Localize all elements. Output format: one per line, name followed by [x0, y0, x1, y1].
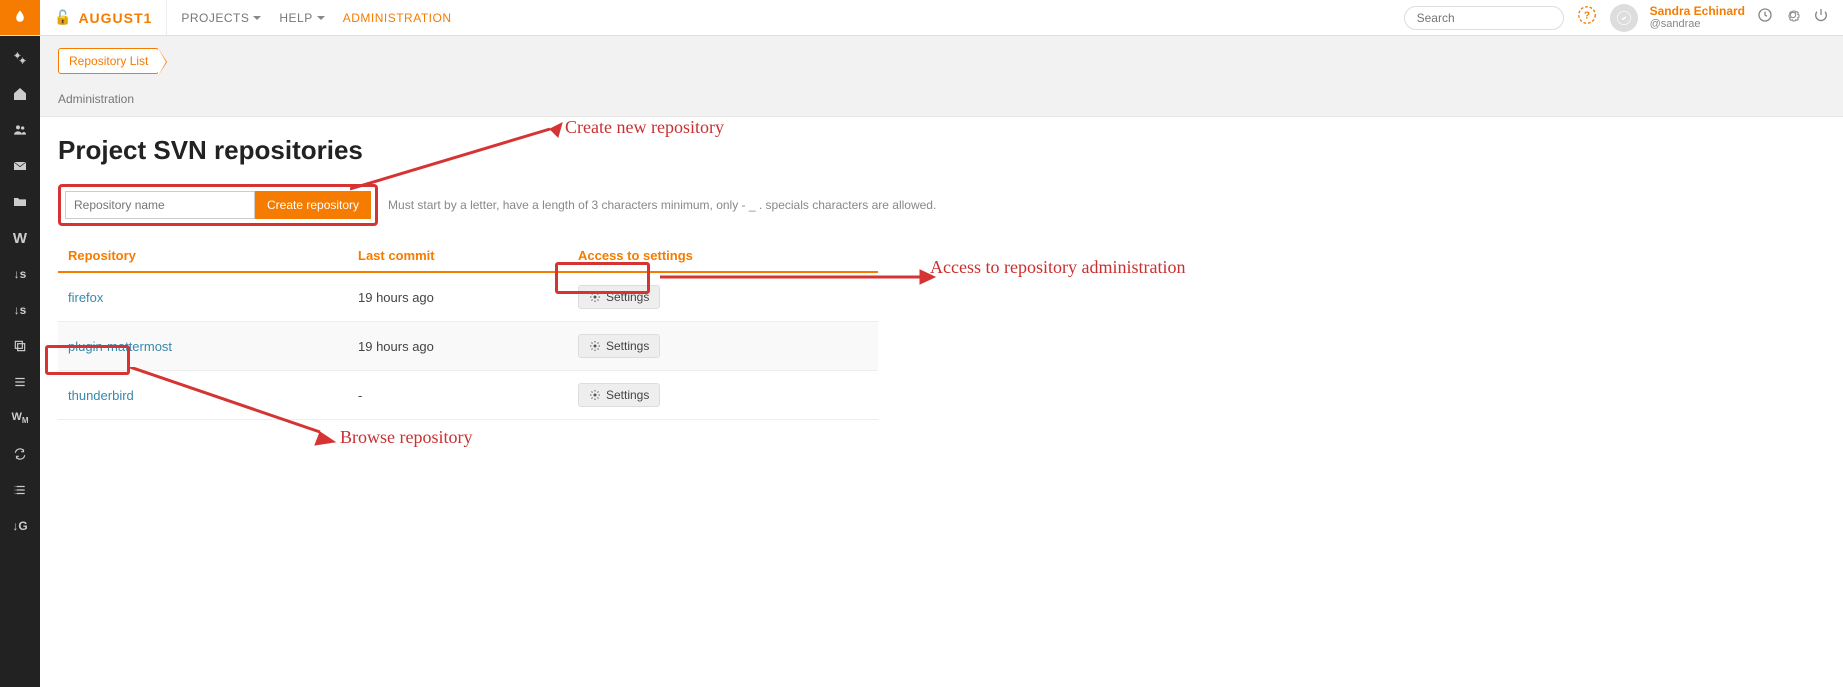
- sidebar-item-refresh[interactable]: [0, 436, 40, 472]
- breadcrumb-area: Repository List Administration: [40, 36, 1843, 117]
- settings-button[interactable]: Settings: [578, 334, 660, 358]
- svg-text:?: ?: [1584, 11, 1590, 22]
- gear-icon[interactable]: [1785, 7, 1801, 28]
- annotation-browse: Browse repository: [340, 427, 472, 448]
- avatar[interactable]: [1610, 4, 1638, 32]
- create-repo-group: Create repository: [58, 184, 378, 226]
- sidebar-item-svn1[interactable]: ↓s: [0, 256, 40, 292]
- top-nav: PROJECTS HELP ADMINISTRATION: [167, 0, 451, 35]
- breadcrumb-root[interactable]: Repository List: [58, 48, 159, 74]
- content: Project SVN repositories Create reposito…: [40, 117, 1843, 438]
- col-last-commit: Last commit: [348, 240, 568, 272]
- repo-link[interactable]: thunderbird: [68, 388, 134, 403]
- last-commit: -: [348, 371, 568, 420]
- sidebar-item-list2[interactable]: [0, 472, 40, 508]
- nav-administration[interactable]: ADMINISTRATION: [343, 11, 452, 25]
- sidebar-item-list1[interactable]: [0, 364, 40, 400]
- nav-help[interactable]: HELP: [279, 11, 324, 25]
- user-block[interactable]: Sandra Echinard @sandrae: [1650, 4, 1745, 32]
- sidebar-item-folder[interactable]: [0, 184, 40, 220]
- table-row: plugin-mattermost 19 hours ago Settings: [58, 322, 878, 371]
- sidebar-item-svn2[interactable]: ↓s: [0, 292, 40, 328]
- last-commit: 19 hours ago: [348, 322, 568, 371]
- user-handle: @sandrae: [1650, 18, 1745, 31]
- chevron-down-icon: [317, 16, 325, 20]
- brand[interactable]: 🔓 AUGUST1: [40, 0, 167, 35]
- sidebar-item-wm[interactable]: WM: [0, 400, 40, 436]
- unlock-icon: 🔓: [54, 9, 72, 26]
- table-row: thunderbird - Settings: [58, 371, 878, 420]
- create-repo-button[interactable]: Create repository: [255, 191, 371, 219]
- sidebar-item-wiki[interactable]: W: [0, 220, 40, 256]
- sidebar-item-git[interactable]: ↓G: [0, 508, 40, 544]
- annotation-access: Access to repository administration: [930, 257, 1185, 278]
- top-right: ? Sandra Echinard @sandrae: [1404, 0, 1843, 35]
- user-name: Sandra Echinard: [1650, 4, 1745, 18]
- sidebar-item-home[interactable]: [0, 76, 40, 112]
- last-commit: 19 hours ago: [348, 272, 568, 322]
- settings-button[interactable]: Settings: [578, 383, 660, 407]
- nav-projects[interactable]: PROJECTS: [181, 11, 261, 25]
- brand-label: AUGUST1: [78, 10, 152, 26]
- main: Repository List Administration Project S…: [40, 36, 1843, 687]
- search-input[interactable]: [1404, 6, 1564, 30]
- help-circle-icon[interactable]: ?: [1576, 4, 1598, 31]
- topbar: 🔓 AUGUST1 PROJECTS HELP ADMINISTRATION ?…: [0, 0, 1843, 36]
- create-hint: Must start by a letter, have a length of…: [388, 198, 936, 212]
- logo-icon[interactable]: [0, 0, 40, 35]
- sidebar-item-copy[interactable]: [0, 328, 40, 364]
- settings-button[interactable]: Settings: [578, 285, 660, 309]
- col-access: Access to settings: [568, 240, 878, 272]
- sidebar: W ↓s ↓s WM ↓G: [0, 36, 40, 687]
- sidebar-item-mail[interactable]: [0, 148, 40, 184]
- repo-link[interactable]: firefox: [68, 290, 103, 305]
- table-row: firefox 19 hours ago Settings: [58, 272, 878, 322]
- breadcrumb-sub: Administration: [58, 92, 1825, 106]
- repo-table: Repository Last commit Access to setting…: [58, 240, 878, 420]
- chevron-down-icon: [253, 16, 261, 20]
- col-repository: Repository: [58, 240, 348, 272]
- sidebar-item-cogs[interactable]: [0, 40, 40, 76]
- power-icon[interactable]: [1813, 7, 1829, 28]
- history-icon[interactable]: [1757, 7, 1773, 28]
- repo-link[interactable]: plugin-mattermost: [68, 339, 172, 354]
- sidebar-item-users[interactable]: [0, 112, 40, 148]
- repo-name-input[interactable]: [65, 191, 255, 219]
- page-title: Project SVN repositories: [58, 135, 1825, 166]
